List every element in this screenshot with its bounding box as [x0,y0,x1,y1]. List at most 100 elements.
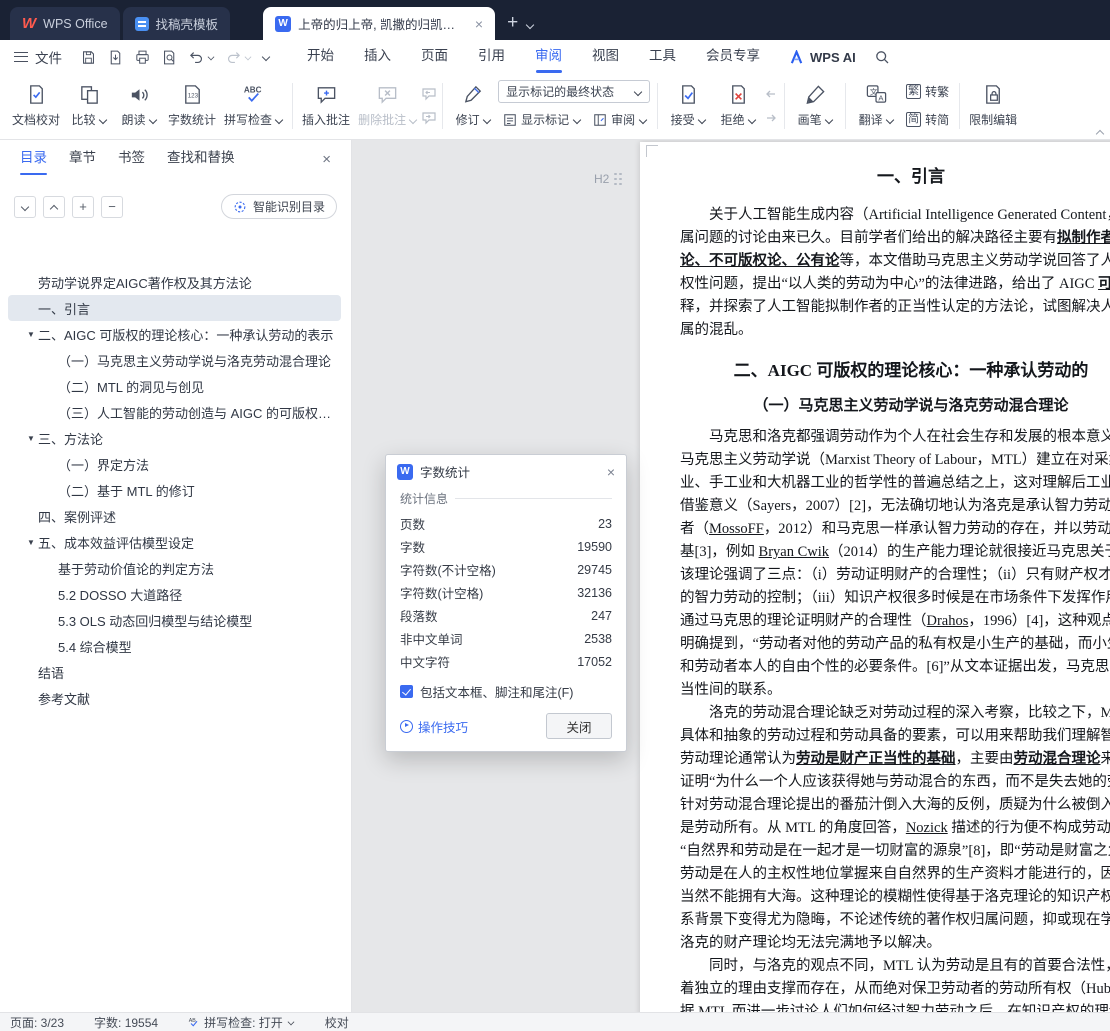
outline-item[interactable]: （二）基于 MTL 的修订 [8,477,341,503]
expand-all-button[interactable] [43,195,65,218]
outline-item[interactable]: 5.3 OLS 动态回归模型与结论模型 [8,607,341,633]
outline-item[interactable]: 基于劳动价值论的判定方法 [8,555,341,581]
sidebar-tab[interactable]: 目录 [20,140,47,178]
menu-tab[interactable]: 工具 [634,40,691,74]
svg-text:A: A [878,93,884,102]
next-comment-icon[interactable] [421,110,437,126]
proofread-indicator[interactable]: 校对 [325,1014,349,1031]
outline-item[interactable]: ▼ 三、方法论 [8,425,341,451]
sidebar-close-icon[interactable]: × [322,151,331,168]
accept-button[interactable]: 接受 [663,77,713,135]
tab-list-chevron-icon[interactable] [526,22,534,28]
new-tab-button[interactable]: + [507,12,518,34]
tab-document[interactable]: W 上帝的归上帝, 凯撒的归凯撒… × [263,7,496,40]
ribbon-collapse-icon[interactable] [1096,129,1104,135]
promote-button[interactable]: + [72,195,94,218]
to-traditional-button[interactable]: 繁 转繁 [901,80,954,103]
print-button[interactable] [134,49,151,66]
menu-tab[interactable]: 视图 [577,40,634,74]
close-tab-icon[interactable]: × [475,16,483,32]
smart-catalog-button[interactable]: 智能识别目录 [220,194,337,219]
quick-toolbar-more-icon[interactable] [262,54,270,60]
spell-check-button[interactable]: ABC 拼写检查 [220,77,287,135]
insert-comment-button[interactable]: 插入批注 [298,77,354,135]
outline-item[interactable]: 5.4 综合模型 [8,633,341,659]
include-footnotes-checkbox[interactable] [400,685,413,698]
dialog-title-bar[interactable]: W 字数统计 × [386,455,626,488]
previous-change-icon[interactable] [763,86,779,102]
outline-item[interactable]: （一）马克思主义劳动学说与洛克劳动混合理论 [8,347,341,373]
review-ribbon: 文档校对 比较 朗读 123 字数统计 ABC 拼写检查 插入批注 删除批注 修… [0,74,1110,140]
menu-tab[interactable]: 插入 [349,40,406,74]
outline-item[interactable]: 参考文献 [8,685,341,711]
spell-check-indicator[interactable]: AB 拼写检查: 打开 [188,1014,295,1031]
outline-item[interactable]: （三）人工智能的劳动创造与 AIGC 的可版权进程 [8,399,341,425]
drag-dots-icon[interactable] [614,172,622,186]
search-icon[interactable] [874,49,890,65]
menu-tab[interactable]: 页面 [406,40,463,74]
translate-button[interactable]: 文A 翻译 [851,77,901,135]
next-change-icon[interactable] [763,110,779,126]
outline-item[interactable]: （一）界定方法 [8,451,341,477]
expand-triangle-icon[interactable]: ▼ [24,330,38,339]
menu-tab[interactable]: 会员专享 [691,40,775,74]
read-aloud-button[interactable]: 朗读 [114,77,164,135]
writer-doc-icon: W [397,463,413,480]
save-button[interactable] [80,49,97,66]
document-page[interactable]: 一、引言 关于人工智能生成内容（Artificial Intelligence … [640,142,1110,1012]
delete-comment-button[interactable]: 删除批注 [354,77,421,135]
page-indicator[interactable]: 页面: 3/23 [10,1014,64,1031]
doc-proofread-button[interactable]: 文档校对 [8,77,64,135]
sidebar-tab[interactable]: 书签 [118,140,145,178]
outline-item[interactable]: 结语 [8,659,341,685]
markup-state-select[interactable]: 显示标记的最终状态 [498,80,651,103]
template-doc-icon [134,16,149,31]
menu-tab[interactable]: 审阅 [520,40,577,74]
dialog-close-icon[interactable]: × [607,464,615,480]
compare-button[interactable]: 比较 [64,77,114,135]
menu-tab[interactable]: 开始 [292,40,349,74]
export-button[interactable] [107,49,124,66]
collapse-all-button[interactable] [14,195,36,218]
tab-template[interactable]: 找稿壳模板 [122,7,231,40]
word-count-indicator[interactable]: 字数: 19554 [94,1014,158,1031]
expand-triangle-icon[interactable]: ▼ [24,434,38,443]
outline-item[interactable]: 劳动学说界定AIGC著作权及其方法论 [8,269,341,295]
redo-button[interactable] [225,49,252,66]
review-pane-button[interactable]: 审阅 [588,108,652,131]
show-markup-button[interactable]: 显示标记 [498,108,586,131]
outline-item[interactable]: ▼ 五、成本效益评估模型设定 [8,529,341,555]
outline-item[interactable]: 5.2 DOSSO 大道路径 [8,581,341,607]
expand-triangle-icon[interactable]: ▼ [24,538,38,547]
redo-menu-chevron-icon[interactable] [245,55,251,60]
heading-drag-handle[interactable]: H2 [594,172,622,186]
undo-button[interactable] [188,49,215,66]
outline-item-label: 一、引言 [38,301,91,317]
tips-link[interactable]: 操作技巧 [400,717,468,736]
outline-item[interactable]: ▼ 二、AIGC 可版权的理论核心：一种承认劳动的表示 [8,321,341,347]
sidebar-tab[interactable]: 章节 [69,140,96,178]
restrict-edit-button[interactable]: 限制编辑 [965,77,1021,135]
print-preview-button[interactable] [161,49,178,66]
outline-item[interactable]: 一、引言 [8,295,341,321]
sidebar-tab[interactable]: 查找和替换 [167,140,235,178]
track-changes-button[interactable]: 修订 [448,77,498,135]
to-simplified-button[interactable]: 简 转简 [901,108,954,131]
document-canvas[interactable]: 一、引言 关于人工智能生成内容（Artificial Intelligence … [352,140,1110,1012]
tab-wps-office[interactable]: W WPS Office [10,7,120,40]
undo-menu-chevron-icon[interactable] [208,55,214,60]
dialog-close-button[interactable]: 关闭 [546,713,612,739]
outline-item-label: 结语 [38,665,65,681]
word-count-button[interactable]: 123 字数统计 [164,77,220,135]
outline-item[interactable]: （二）MTL 的洞见与创见 [8,373,341,399]
menu-tab[interactable]: 引用 [463,40,520,74]
wps-ai-button[interactable]: WPS AI [789,49,856,65]
reject-button[interactable]: 拒绝 [713,77,763,135]
previous-comment-icon[interactable] [421,86,437,102]
file-menu-button[interactable]: 文件 [14,47,62,67]
menu-bar: 文件 开始 插入 页面 引用 审阅 视图 工具 会员专享 WPS AI [0,40,1110,74]
demote-button[interactable]: − [101,195,123,218]
stat-value: 32136 [577,585,612,600]
outline-item[interactable]: 四、案例评述 [8,503,341,529]
pen-button[interactable]: 画笔 [790,77,840,135]
